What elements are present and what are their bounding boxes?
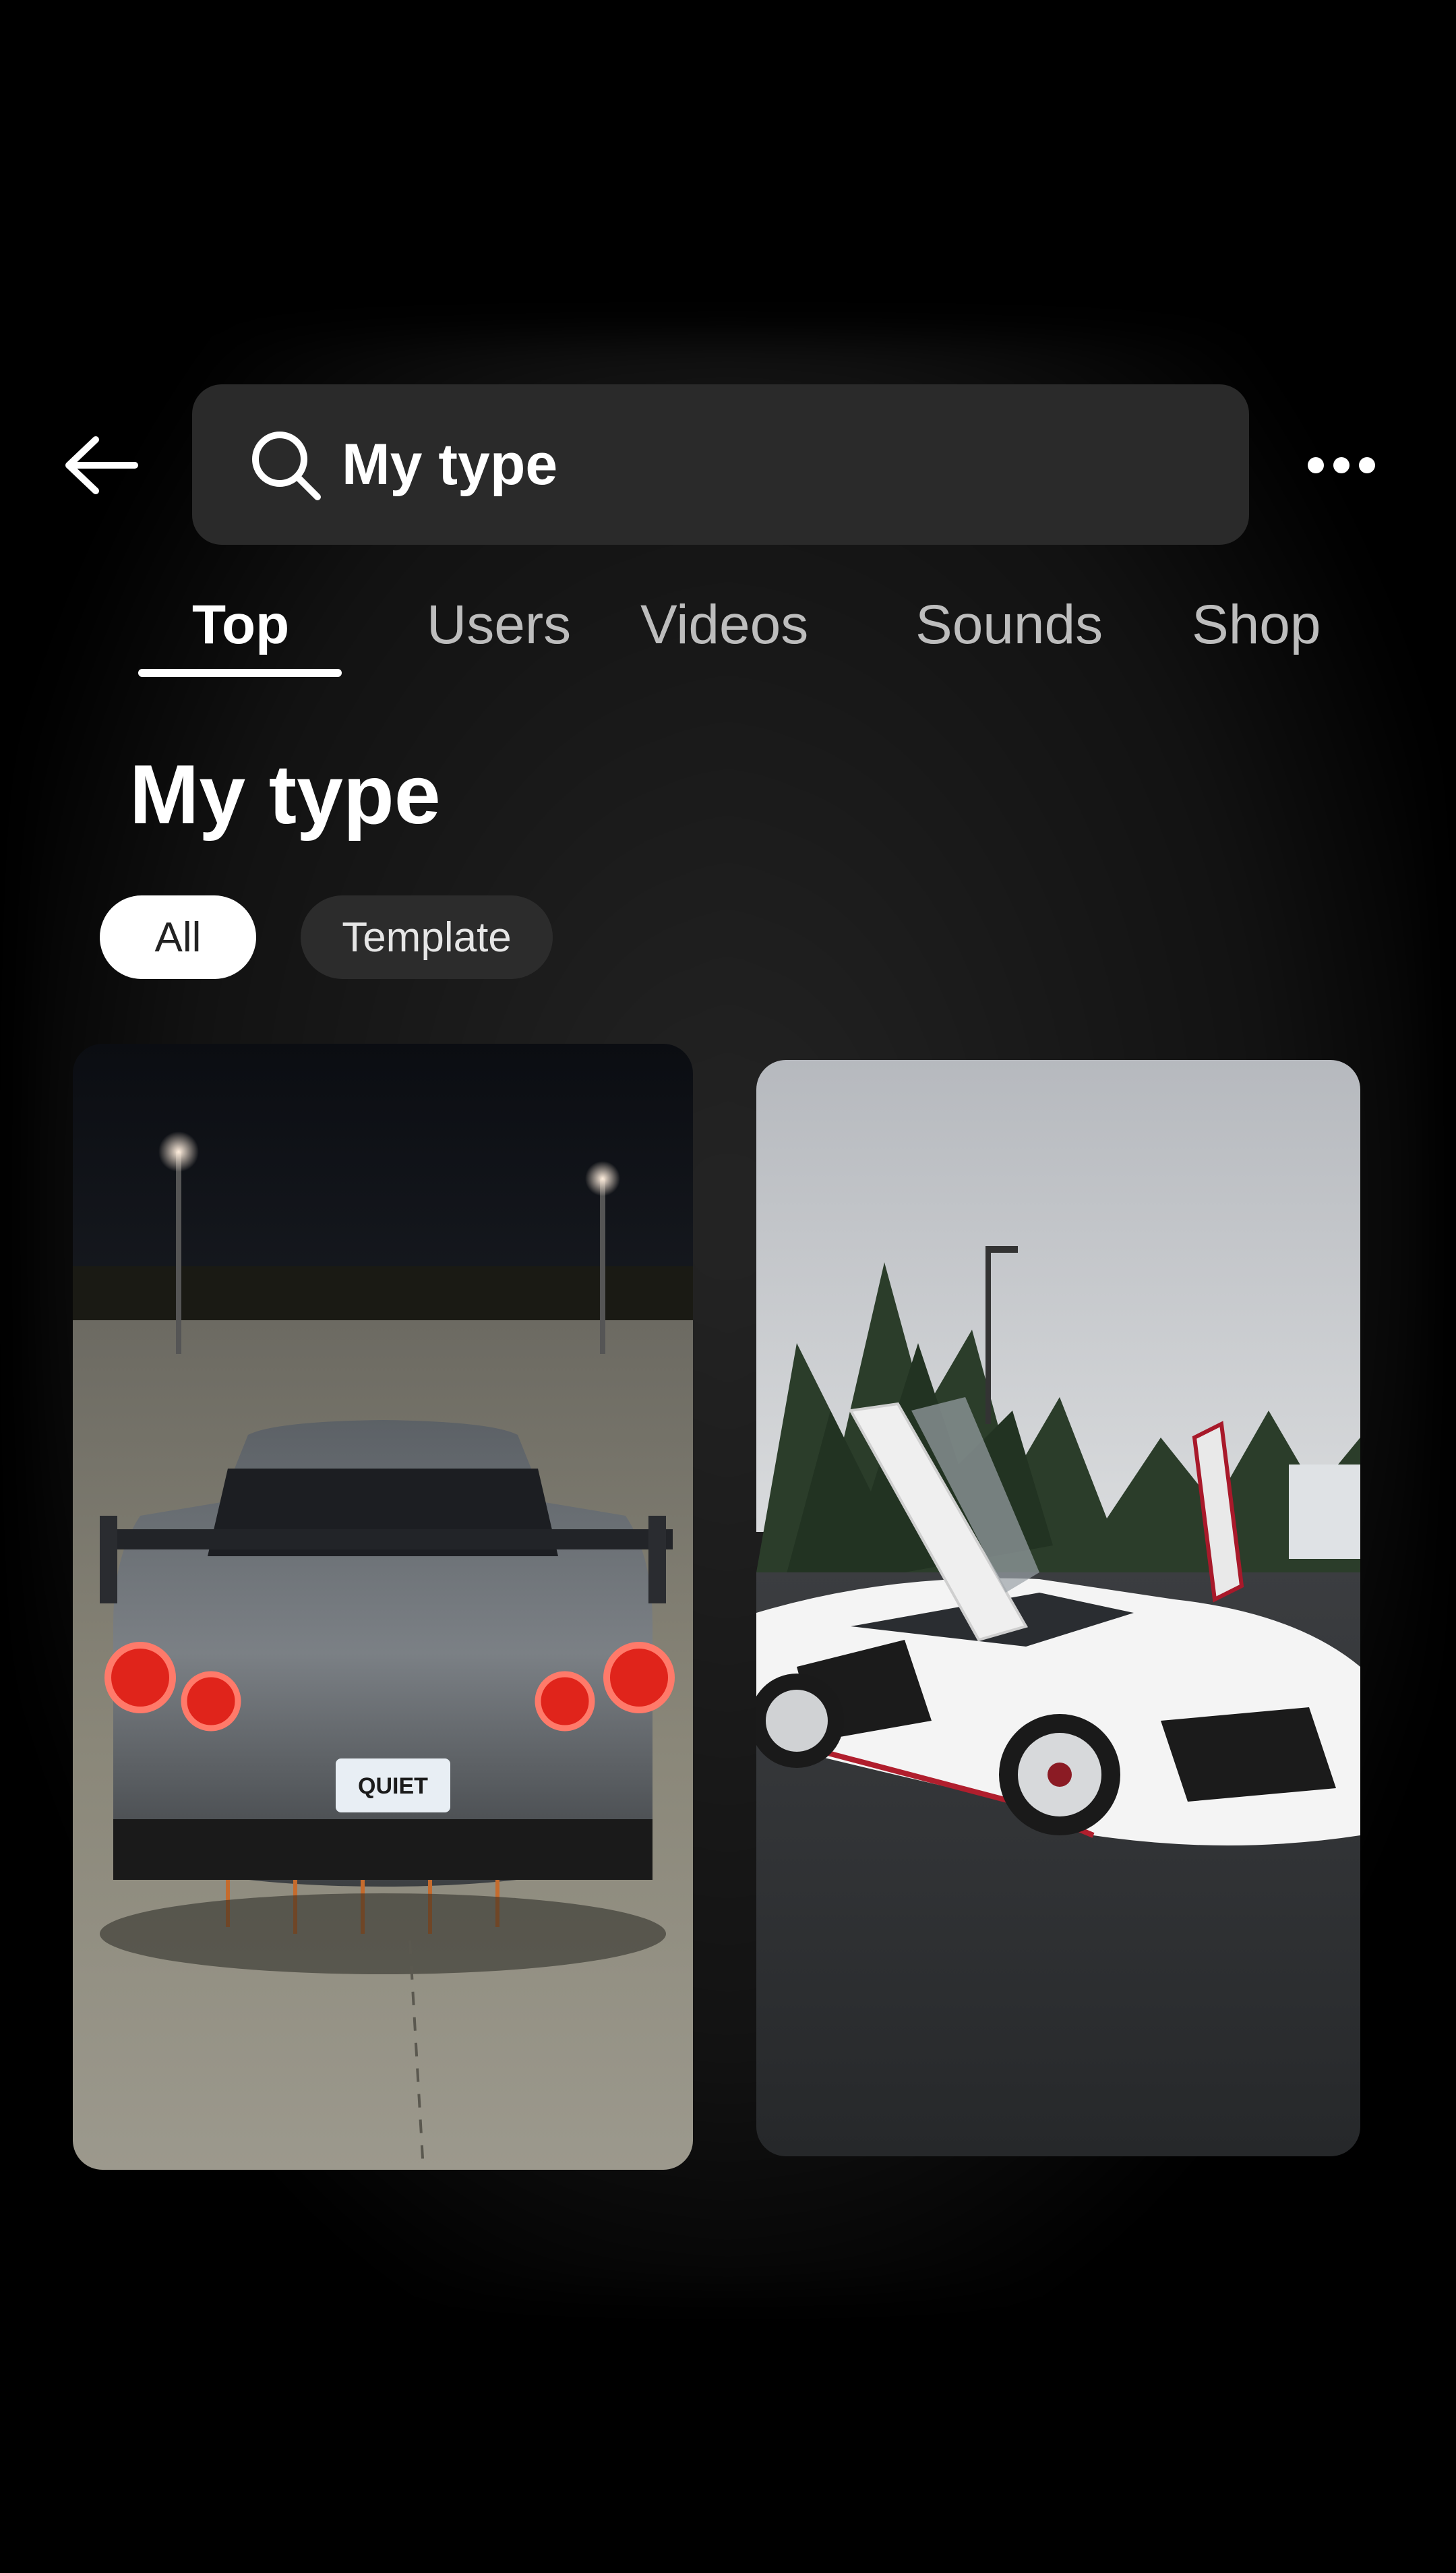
tab-top[interactable]: Top bbox=[192, 593, 289, 657]
search-results-screen: Top Users Videos Sounds Shop My type All… bbox=[0, 0, 1456, 2573]
tab-users[interactable]: Users bbox=[427, 593, 571, 657]
filter-chip-template[interactable]: Template bbox=[301, 895, 553, 979]
search-bar[interactable] bbox=[192, 384, 1249, 545]
license-plate-text: QUIET bbox=[358, 1773, 428, 1799]
active-tab-indicator bbox=[138, 669, 342, 677]
tab-shop[interactable]: Shop bbox=[1192, 593, 1321, 657]
filter-chip-all[interactable]: All bbox=[100, 895, 256, 979]
video-thumbnail[interactable]: QUIET bbox=[73, 1044, 693, 2170]
back-button[interactable] bbox=[54, 418, 148, 512]
more-dot bbox=[1333, 457, 1349, 473]
car-night-image: QUIET bbox=[73, 1044, 693, 2170]
supercar-image bbox=[756, 1060, 1360, 2156]
search-tabs: Top Users Videos Sounds Shop bbox=[0, 580, 1456, 688]
search-input[interactable] bbox=[342, 431, 1151, 498]
tab-videos[interactable]: Videos bbox=[640, 593, 808, 657]
more-horizontal-icon bbox=[1308, 457, 1324, 473]
tab-sounds[interactable]: Sounds bbox=[915, 593, 1103, 657]
arrow-left-icon bbox=[65, 436, 138, 494]
more-options-button[interactable] bbox=[1287, 418, 1395, 512]
search-icon bbox=[252, 432, 321, 500]
video-thumbnail[interactable] bbox=[756, 1060, 1360, 2156]
more-dot bbox=[1359, 457, 1375, 473]
section-title: My type bbox=[129, 748, 441, 841]
